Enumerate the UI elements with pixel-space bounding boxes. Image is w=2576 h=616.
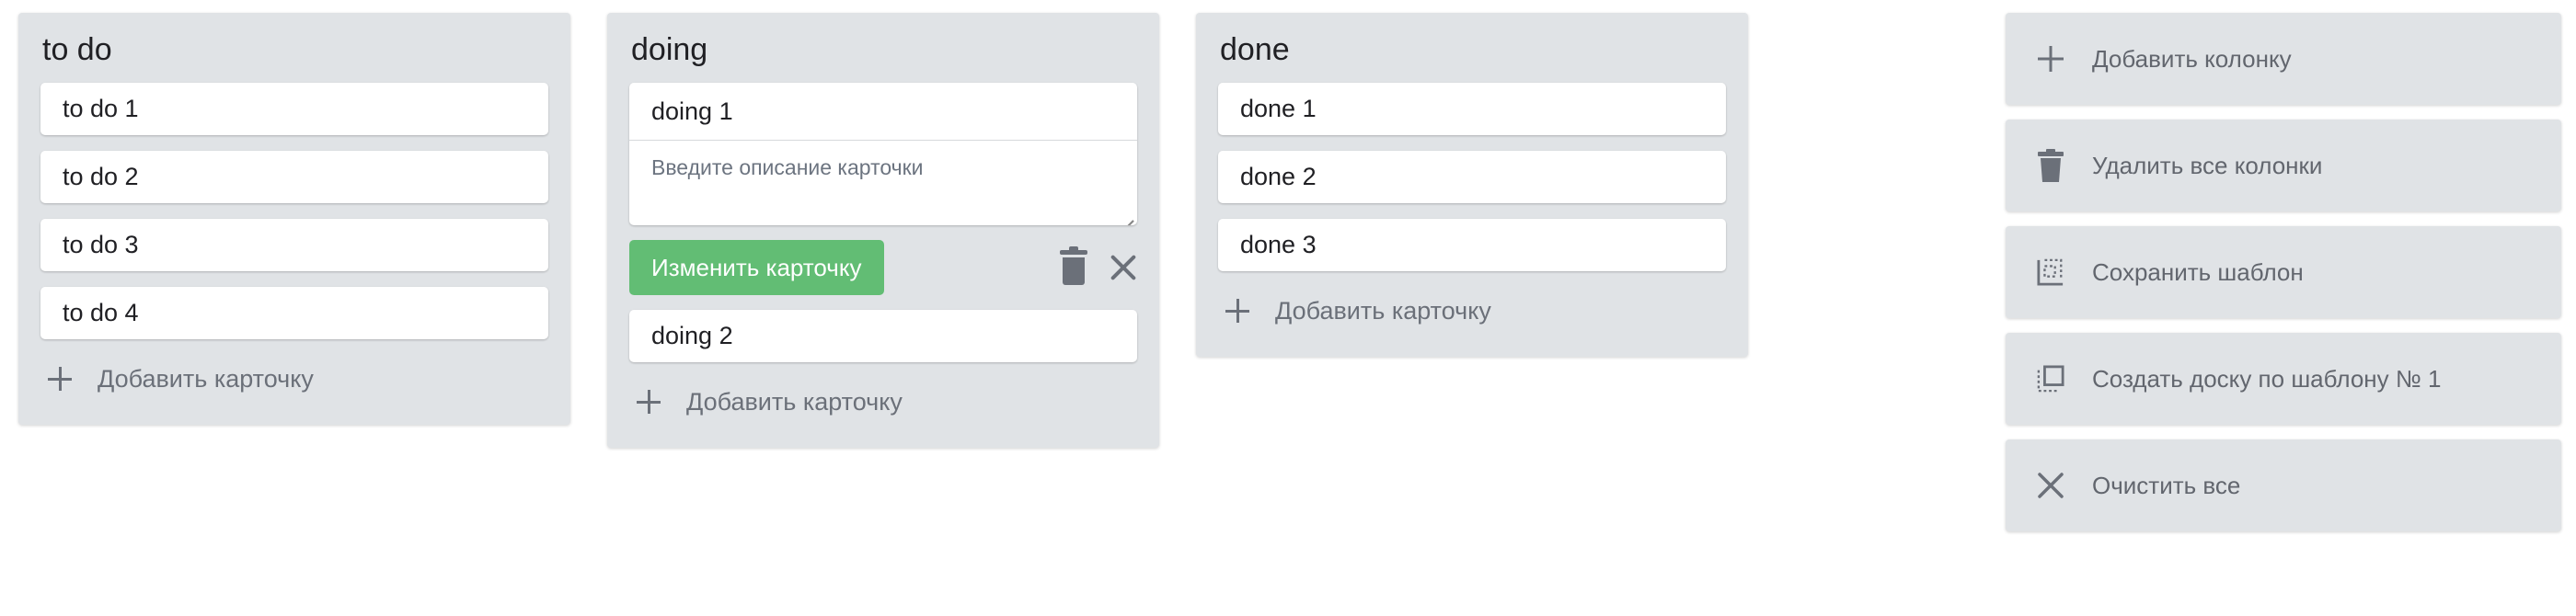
card[interactable]: done 1 [1218,83,1726,135]
create-board-from-template-label: Создать доску по шаблону № 1 [2092,364,2442,393]
column-title[interactable]: to do [40,31,548,68]
column-title[interactable]: done [1218,31,1726,68]
card[interactable]: done 2 [1218,151,1726,203]
add-column-button[interactable]: Добавить колонку [2006,13,2561,105]
column-title[interactable]: doing [629,31,1137,68]
card[interactable]: doing 2 [629,310,1137,362]
add-card-label: Добавить карточку [686,387,903,416]
column-done: done done 1 done 2 done 3 Добавить карто… [1196,13,1748,357]
trash-icon [2037,149,2064,182]
card[interactable]: to do 2 [40,151,548,203]
clear-all-label: Очистить все [2092,471,2241,499]
description-placeholder: Введите описание карточки [651,155,924,179]
save-card-button[interactable]: Изменить карточку [629,240,884,295]
create-board-from-template-button[interactable]: Создать доску по шаблону № 1 [2006,333,2561,425]
delete-all-columns-button[interactable]: Удалить все колонки [2006,120,2561,211]
card[interactable]: to do 1 [40,83,548,135]
add-column-label: Добавить колонку [2092,44,2292,73]
trash-icon[interactable] [1060,246,1087,285]
add-card-button[interactable]: Добавить карточку [40,355,548,403]
save-template-button[interactable]: Сохранить шаблон [2006,226,2561,318]
card[interactable]: to do 4 [40,287,548,339]
plus-icon [1225,299,1249,323]
card-description-input[interactable]: Введите описание карточки [629,141,1137,225]
plus-icon [2037,42,2064,75]
clear-all-button[interactable]: Очистить все [2006,439,2561,531]
plus-icon [637,390,661,414]
resize-handle-icon[interactable] [1121,209,1133,222]
plus-icon [48,367,72,391]
card-edit-form: doing 1 Введите описание карточки [629,83,1137,225]
save-template-icon [2037,256,2064,289]
card-title-input[interactable]: doing 1 [629,83,1137,141]
add-card-button[interactable]: Добавить карточку [629,378,1137,426]
add-card-button[interactable]: Добавить карточку [1218,287,1726,335]
card[interactable]: done 3 [1218,219,1726,271]
card-edit-actions: Изменить карточку [629,240,1137,295]
delete-all-columns-label: Удалить все колонки [2092,151,2323,179]
copy-template-icon [2037,362,2064,395]
column-todo: to do to do 1 to do 2 to do 3 to do 4 До… [18,13,570,425]
close-icon[interactable] [1110,254,1137,281]
add-card-label: Добавить карточку [98,364,314,393]
card[interactable]: to do 3 [40,219,548,271]
board-actions-panel: Добавить колонку Удалить все колонки Сох… [2006,13,2561,546]
save-template-label: Сохранить шаблон [2092,257,2304,286]
column-doing: doing doing 1 Введите описание карточки … [607,13,1159,448]
close-icon [2037,469,2064,502]
add-card-label: Добавить карточку [1275,296,1491,325]
